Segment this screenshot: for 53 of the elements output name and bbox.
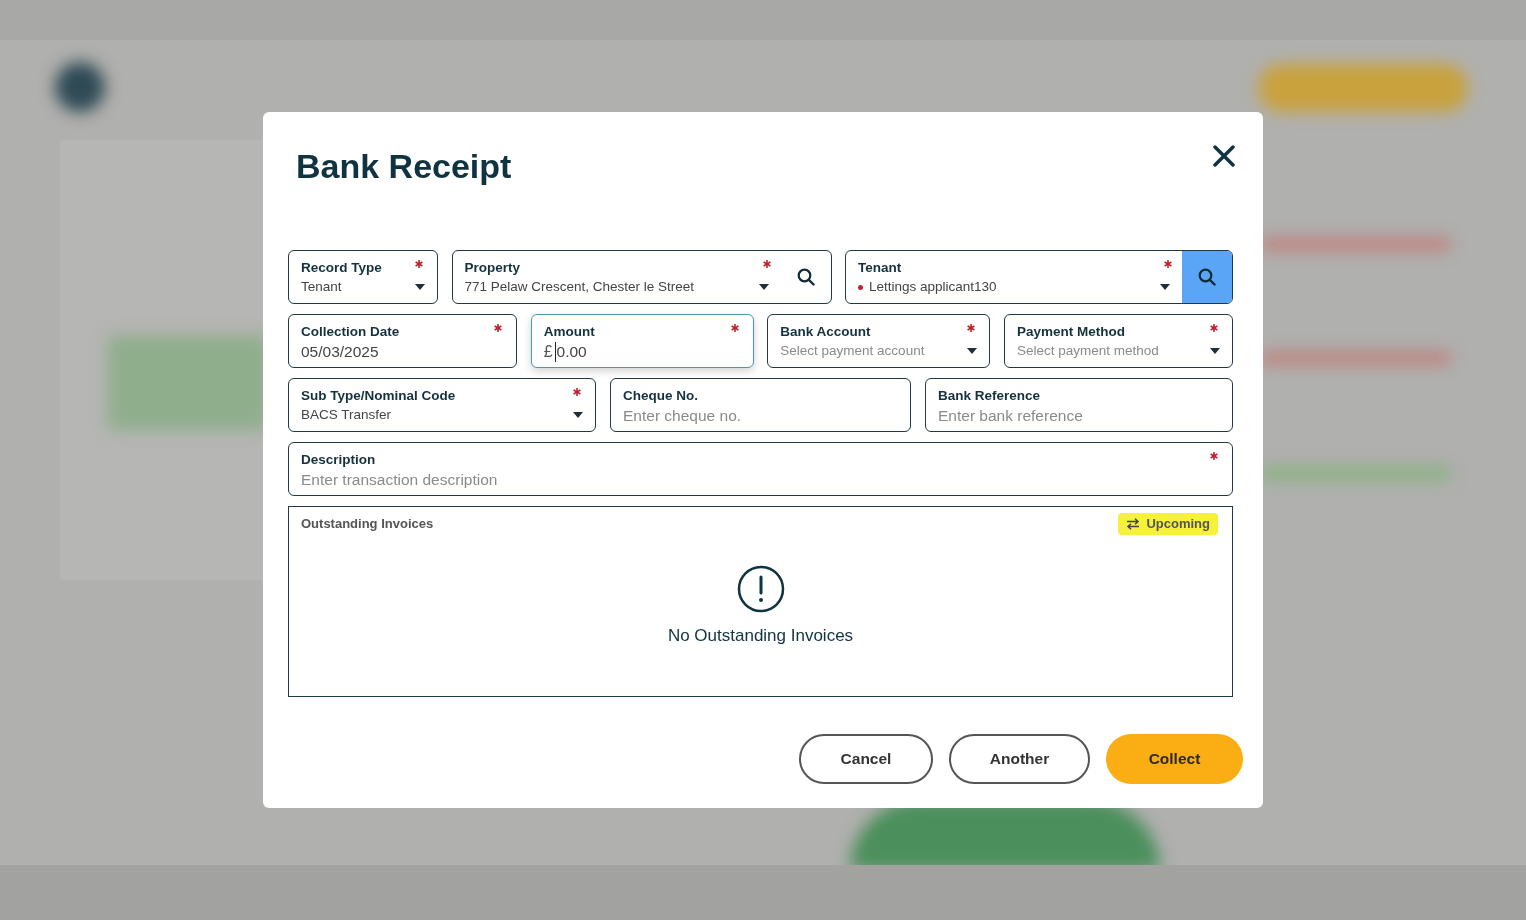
field-label: Payment Method xyxy=(1016,323,1125,340)
field-placeholder[interactable]: Enter bank reference xyxy=(938,406,1222,426)
field-label: Cheque No. xyxy=(623,387,698,404)
empty-message: No Outstanding Invoices xyxy=(667,625,854,647)
field-placeholder[interactable]: Enter cheque no. xyxy=(623,406,900,426)
field-label: Description xyxy=(301,451,376,468)
dropdown-caret-icon xyxy=(967,348,978,354)
input-field[interactable]: Bank Reference Enter bank reference xyxy=(925,378,1233,432)
search-icon xyxy=(1198,268,1216,286)
dropdown-field[interactable]: Property 771 Pelaw Crescent, Chester le Street xyxy=(451,250,832,304)
dialog-title: Bank Receipt xyxy=(296,146,512,186)
search-button[interactable] xyxy=(1182,251,1232,303)
field-label: Bank Reference xyxy=(938,387,1041,404)
input-field[interactable]: Description Enter transaction description xyxy=(288,442,1233,496)
dropdown-field[interactable]: Sub Type/Nominal Code BACS Transfer xyxy=(288,378,596,432)
input-field[interactable]: Collection Date 05/03/2025 xyxy=(288,314,517,368)
panel-title: Outstanding Invoices xyxy=(301,515,434,534)
close-icon xyxy=(1213,145,1235,167)
secondary-button[interactable]: Cancel xyxy=(799,734,933,784)
field-label: Collection Date xyxy=(301,323,400,340)
field-value[interactable]: Tenant xyxy=(301,278,409,296)
field-label: Tenant xyxy=(858,259,902,276)
input-field[interactable]: Amount £ 0.00 xyxy=(530,314,754,368)
field-value[interactable]: 05/03/2025 xyxy=(301,342,506,362)
upcoming-toggle[interactable]: Upcoming xyxy=(1118,513,1218,535)
input-field[interactable]: Cheque No. Enter cheque no. xyxy=(610,378,911,432)
dropdown-caret-icon xyxy=(1209,348,1220,354)
field-label: Record Type xyxy=(301,259,382,276)
dropdown-caret-icon xyxy=(758,284,769,290)
dropdown-field[interactable]: Bank Account Select payment account xyxy=(767,314,991,368)
field-value[interactable]: 0.00 xyxy=(554,342,743,362)
dropdown-caret-icon xyxy=(573,412,583,418)
field-value[interactable]: BACS Transfer xyxy=(301,406,567,424)
field-placeholder[interactable]: Select payment account xyxy=(780,342,962,360)
dropdown-caret-icon xyxy=(1160,284,1170,290)
field-label: Sub Type/Nominal Code xyxy=(301,387,456,404)
field-label: Bank Account xyxy=(780,323,871,340)
swap-arrows-icon xyxy=(1126,518,1141,530)
field-label: Amount xyxy=(543,323,595,340)
field-placeholder[interactable]: Enter transaction description xyxy=(301,470,1222,490)
field-value[interactable]: Lettings applicant130 xyxy=(869,278,1154,296)
dropdown-field[interactable]: Record Type Tenant xyxy=(288,250,438,304)
primary-button[interactable]: Collect xyxy=(1106,734,1243,784)
currency-symbol: £ xyxy=(543,342,553,362)
dropdown-caret-icon xyxy=(415,284,425,290)
field-placeholder[interactable]: Select payment method xyxy=(1016,342,1204,360)
field-value[interactable]: 771 Pelaw Crescent, Chester le Street xyxy=(464,278,753,296)
dropdown-field[interactable]: Tenant Lettings applicant130 xyxy=(845,250,1233,304)
exclamation-icon xyxy=(736,565,785,613)
dropdown-field[interactable]: Payment Method Select payment method xyxy=(1003,314,1233,368)
secondary-button[interactable]: Another xyxy=(949,734,1090,784)
field-label: Property xyxy=(464,259,521,276)
search-icon xyxy=(796,268,815,286)
